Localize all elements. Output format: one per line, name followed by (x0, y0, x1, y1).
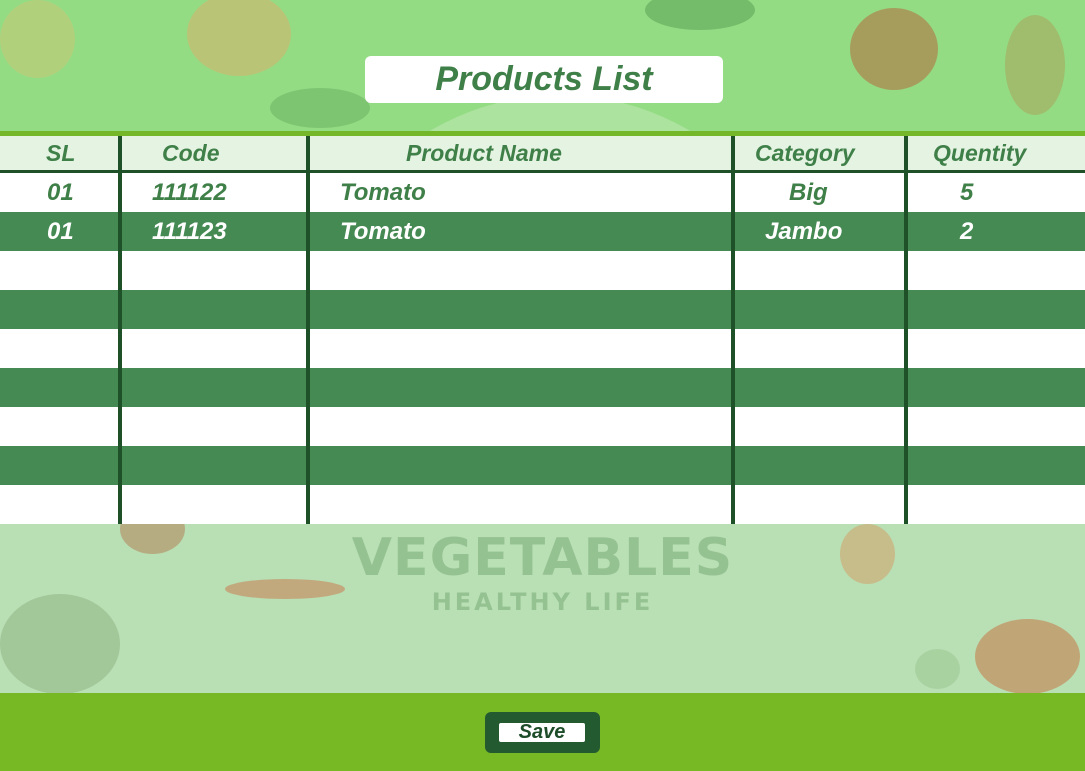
table-row[interactable] (0, 407, 1085, 446)
table-row[interactable] (0, 368, 1085, 407)
cell-product-name[interactable]: Tomato (340, 173, 426, 212)
header-quantity: Quentity (933, 139, 1027, 166)
herb-image (270, 88, 370, 128)
cucumber-image (915, 649, 960, 689)
table-row[interactable] (0, 251, 1085, 290)
watermark-title: VEGETABLES (351, 528, 734, 588)
bell-pepper-image (850, 8, 938, 90)
save-button-label: Save (499, 721, 585, 743)
page-title: Products List (435, 60, 653, 98)
column-divider (306, 136, 310, 524)
column-divider (904, 136, 908, 524)
column-divider (118, 136, 122, 524)
cell-quantity[interactable]: 5 (960, 173, 973, 212)
save-button[interactable]: Save (485, 712, 600, 753)
herb-image (645, 0, 755, 30)
table-row[interactable] (0, 329, 1085, 368)
cell-code[interactable]: 111122 (152, 173, 227, 212)
column-divider (731, 136, 735, 524)
cell-product-name[interactable]: Tomato (340, 212, 426, 251)
watermark-subtitle: HEALTHY LIFE (431, 588, 654, 616)
potato-image (0, 0, 75, 78)
bell-pepper-image (975, 619, 1080, 693)
table-row[interactable] (0, 290, 1085, 329)
header-sl: SL (46, 139, 76, 166)
table-row[interactable]: 01 111122 Tomato Big 5 (0, 173, 1085, 212)
chili-rings-image (1005, 15, 1065, 115)
cell-code[interactable]: 111123 (152, 212, 227, 251)
table-row[interactable] (0, 446, 1085, 485)
header-category: Category (755, 139, 855, 166)
cell-category[interactable]: Big (789, 173, 828, 212)
tomato-slice-image (187, 0, 291, 76)
cell-sl[interactable]: 01 (47, 173, 74, 212)
table-row[interactable]: 01 111123 Tomato Jambo 2 (0, 212, 1085, 251)
cell-quantity[interactable]: 2 (960, 212, 973, 251)
table-header-row: SL Code Product Name Category Quentity (0, 136, 1085, 170)
header-code: Code (162, 139, 220, 166)
cell-sl[interactable]: 01 (47, 212, 74, 251)
page-title-box: Products List (365, 56, 723, 103)
cell-category[interactable]: Jambo (765, 212, 842, 251)
table-row[interactable] (0, 485, 1085, 524)
products-table: SL Code Product Name Category Quentity 0… (0, 136, 1085, 524)
header-product-name: Product Name (406, 139, 562, 166)
